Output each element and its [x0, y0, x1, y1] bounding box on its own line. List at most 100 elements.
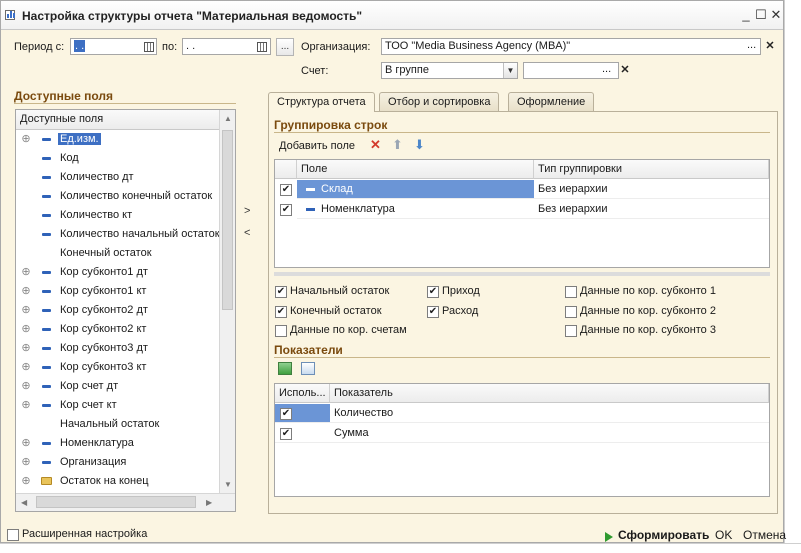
generate-button[interactable]: Сформировать: [618, 528, 709, 542]
checkbox[interactable]: [565, 306, 577, 318]
checkbox[interactable]: [565, 325, 577, 337]
delete-icon[interactable]: ✕: [370, 137, 381, 153]
table-header-indicator[interactable]: Показатель: [330, 384, 769, 403]
checkbox[interactable]: [7, 529, 19, 541]
table-cell-type[interactable]: Без иерархии: [534, 200, 769, 219]
checkbox[interactable]: ✔: [275, 286, 287, 298]
tab-filter-sort[interactable]: Отбор и сортировка: [379, 92, 500, 111]
available-fields-tree[interactable]: Доступные поля ⊕ Ед.изм. Код Количество дт К…: [15, 109, 236, 512]
table-cell-use[interactable]: ✔: [275, 424, 330, 443]
table-cell-use[interactable]: ✔: [275, 404, 330, 423]
list-item-label: Конечный остаток: [60, 247, 152, 259]
list-item[interactable]: ⊕ Кор субконто3 дт: [16, 339, 219, 358]
vertical-scrollbar[interactable]: ▲ ▼: [219, 110, 235, 493]
organization-select-button[interactable]: ...: [747, 39, 756, 51]
close-button[interactable]: ✕: [769, 8, 783, 22]
ok-button[interactable]: OK: [715, 528, 732, 542]
checkbox[interactable]: ✔: [427, 286, 439, 298]
scroll-up-icon[interactable]: ▲: [224, 114, 232, 123]
scroll-thumb[interactable]: [222, 130, 233, 310]
table-cell-indicator[interactable]: Количество: [330, 404, 769, 423]
checkbox[interactable]: [275, 325, 287, 337]
tab-formatting[interactable]: Оформление: [508, 92, 595, 111]
organization-clear-icon[interactable]: ✕: [763, 39, 777, 53]
section-divider: [274, 132, 770, 133]
table-cell-indicator[interactable]: Сумма: [330, 424, 769, 443]
scroll-right-icon[interactable]: ▶: [206, 498, 212, 507]
uncheck-all-icon[interactable]: [301, 362, 315, 375]
chevron-down-icon[interactable]: ▼: [503, 63, 517, 78]
table-header-type[interactable]: Тип группировки: [534, 160, 769, 179]
tab-report-structure[interactable]: Структура отчета: [268, 92, 375, 112]
horizontal-scrollbar[interactable]: ◀ ▶: [16, 493, 235, 511]
list-item[interactable]: ⊕ Кор счет дт: [16, 377, 219, 396]
list-item[interactable]: Количество кт: [16, 206, 219, 225]
list-item[interactable]: Код: [16, 149, 219, 168]
expand-icon[interactable]: ⊕: [21, 457, 31, 468]
field-icon: [42, 347, 51, 350]
account-mode-select[interactable]: В группе: [381, 62, 518, 79]
list-item[interactable]: ⊕ Кор субконто2 дт: [16, 301, 219, 320]
scroll-thumb[interactable]: [36, 496, 196, 508]
expand-icon[interactable]: ⊕: [21, 400, 31, 411]
expand-icon[interactable]: ⊕: [21, 305, 31, 316]
list-item[interactable]: ⊕ Кор субконто1 дт: [16, 263, 219, 282]
list-item[interactable]: ⊕ Кор субконто3 кт: [16, 358, 219, 377]
list-item[interactable]: ⊕ Кор субконто1 кт: [16, 282, 219, 301]
table-header-field[interactable]: Поле: [297, 160, 534, 179]
minimize-button[interactable]: _: [739, 8, 753, 22]
row-checkbox[interactable]: ✔: [280, 428, 292, 440]
expand-icon[interactable]: ⊕: [21, 267, 31, 278]
table-cell-field[interactable]: Склад: [297, 180, 534, 199]
row-checkbox[interactable]: ✔: [280, 204, 292, 216]
table-header-use[interactable]: Исполь...: [275, 384, 330, 403]
expand-icon[interactable]: ⊕: [21, 362, 31, 373]
row-checkbox[interactable]: ✔: [280, 184, 292, 196]
list-item[interactable]: ⊕ Кор счет кт: [16, 396, 219, 415]
calendar-icon[interactable]: [144, 42, 154, 52]
period-select-button[interactable]: ...: [276, 38, 294, 56]
scroll-left-icon[interactable]: ◀: [21, 498, 27, 507]
arrow-down-icon[interactable]: ⬇: [414, 137, 425, 153]
indicators-table[interactable]: Исполь... Показатель ✔ Количество ✔ Сумм…: [274, 383, 770, 497]
checkbox[interactable]: [565, 286, 577, 298]
row-checkbox[interactable]: ✔: [280, 408, 292, 420]
list-item[interactable]: Начальный остаток: [16, 415, 219, 434]
move-left-button[interactable]: <: [244, 227, 250, 239]
list-item[interactable]: ⊕ Организация: [16, 453, 219, 472]
maximize-button[interactable]: ☐: [754, 8, 768, 22]
move-right-button[interactable]: >: [244, 205, 250, 217]
list-item[interactable]: ⊕ Ед.изм.: [16, 130, 219, 149]
account-clear-icon[interactable]: ✕: [618, 63, 632, 77]
list-item[interactable]: ⊕ Остаток на конец: [16, 472, 219, 491]
list-item-label: Ед.изм.: [58, 133, 101, 145]
add-field-button[interactable]: Добавить поле: [279, 140, 355, 152]
list-item[interactable]: Количество начальный остаток: [16, 225, 220, 244]
list-item[interactable]: ⊕ Кор субконто2 кт: [16, 320, 219, 339]
list-item[interactable]: ⊕ Номенклатура: [16, 434, 219, 453]
account-select-button[interactable]: ...: [602, 63, 611, 75]
check-all-icon[interactable]: [278, 362, 292, 375]
expand-icon[interactable]: ⊕: [21, 286, 31, 297]
cancel-button[interactable]: Отмена: [743, 528, 786, 542]
expand-icon[interactable]: ⊕: [21, 343, 31, 354]
organization-field[interactable]: ТОО "Media Business Agency (MBA)": [381, 38, 761, 55]
expand-icon[interactable]: ⊕: [21, 476, 31, 487]
list-item[interactable]: Количество конечный остаток: [16, 187, 219, 206]
expand-icon[interactable]: ⊕: [21, 134, 31, 145]
calendar-icon[interactable]: [257, 42, 267, 52]
list-item[interactable]: Конечный остаток: [16, 244, 219, 263]
list-item[interactable]: Количество дт: [16, 168, 219, 187]
checkbox[interactable]: ✔: [427, 306, 439, 318]
expand-icon[interactable]: ⊕: [21, 381, 31, 392]
checkbox[interactable]: ✔: [275, 306, 287, 318]
arrow-up-icon[interactable]: ⬆: [392, 137, 403, 153]
expand-icon[interactable]: ⊕: [21, 324, 31, 335]
period-to-value: . .: [186, 40, 196, 52]
expand-icon[interactable]: ⊕: [21, 438, 31, 449]
table-cell-field[interactable]: Номенклатура: [297, 200, 534, 219]
splitter-bar[interactable]: [274, 272, 770, 276]
scroll-down-icon[interactable]: ▼: [224, 480, 232, 489]
table-cell-type[interactable]: Без иерархии: [534, 180, 769, 199]
grouping-table[interactable]: Поле Тип группировки ✔ Склад Без иерархи…: [274, 159, 770, 268]
